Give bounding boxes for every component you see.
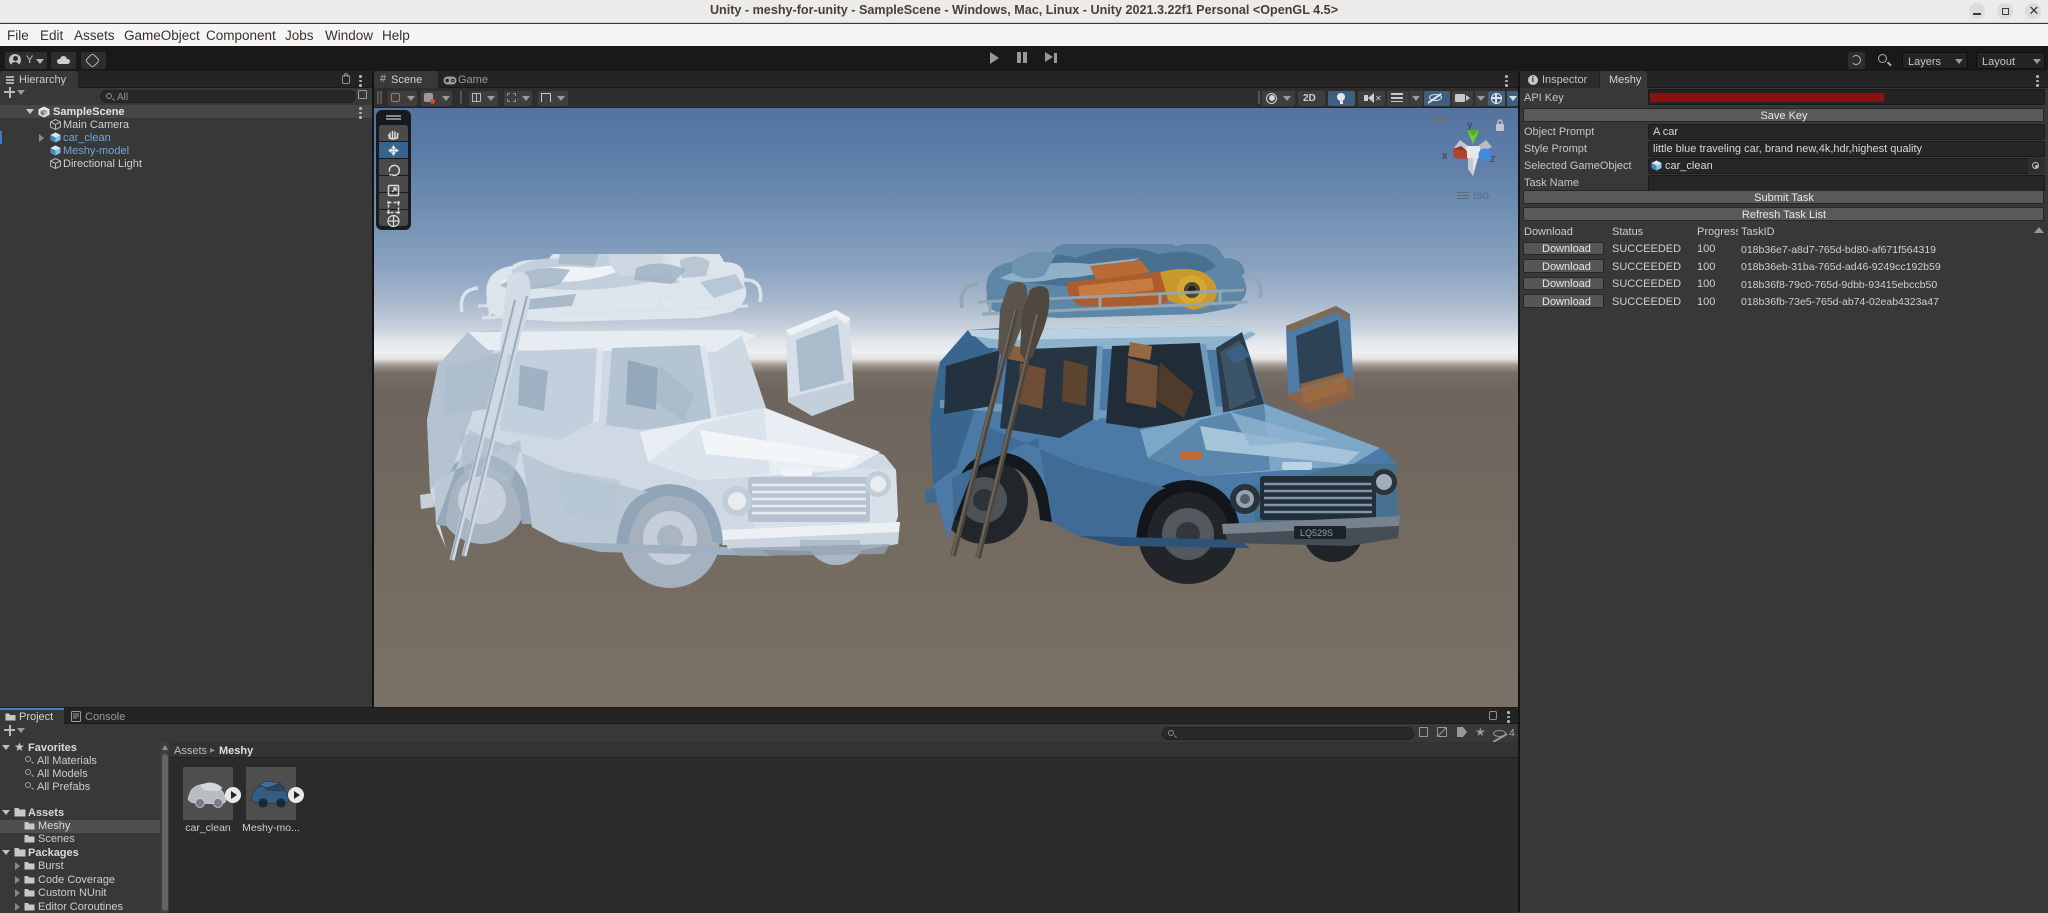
svg-text:z: z [1490,153,1496,165]
svg-text:x: x [1442,150,1448,162]
svg-text:LQ529S: LQ529S [1300,528,1333,538]
svg-text:y: y [1467,119,1473,131]
